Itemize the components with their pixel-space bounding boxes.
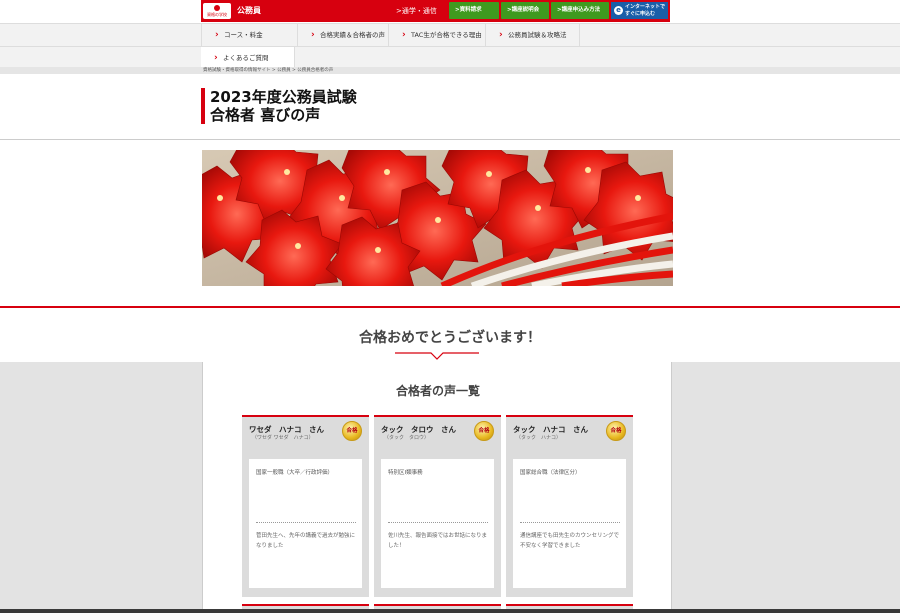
title-accent-bar [201, 88, 205, 124]
tac-logo[interactable]: 資格の学校 [203, 3, 231, 19]
ribbon-flowers-image [202, 150, 673, 286]
nav-item-results[interactable]: 合格実績＆合格者の声 [298, 24, 389, 46]
internet-e-icon: e [614, 6, 623, 15]
voice-card-body: 国家一般職（大卒／行政評価） 菅田先生へ、先年の講義で過去が勉強になりました [249, 459, 362, 588]
section-divider [0, 306, 900, 308]
seminar-button[interactable]: >講座説明会 [501, 2, 549, 19]
voices-panel: 合格者の声一覧 ワセダ ハナコ さん （ワセダ ワセダ ハナコ） 合格 国家一般… [202, 362, 672, 613]
request-materials-button[interactable]: >資料請求 [449, 2, 499, 19]
nav-row-2: よくあるご質問 [201, 46, 295, 69]
voice-card-exam: 特別区I類事務 [388, 470, 423, 476]
internet-line2: すぐに申込む [625, 11, 656, 17]
voices-list-title: 合格者の声一覧 [395, 384, 480, 398]
main-nav: コース・料金 合格実績＆合格者の声 TAC生が合格できる理由 公務員試験＆攻略法… [0, 23, 900, 69]
pass-medal-icon: 合格 [342, 421, 362, 441]
voice-card-quote: 菅田先生へ、先年の講義で過去が勉強になりました [256, 533, 356, 549]
nav-item-faq[interactable]: よくあるご質問 [201, 47, 295, 69]
voice-card-body: 国家総合職（法律区分） 通信講座でも田先生のカウンセリングで不安なく学習できまし… [513, 459, 626, 588]
top-header: 資格の学校 公務員 >通学・通信 >資料請求 >講座説明会 >講座申込み方法 e… [0, 0, 900, 22]
breadcrumb-text[interactable]: 資格試験・資格取得の情報サイト > 公務員 > 公務員合格者の声 [203, 67, 333, 74]
voice-card[interactable]: ワセダ ハナコ さん （ワセダ ワセダ ハナコ） 合格 国家一般職（大卒／行政評… [242, 415, 369, 597]
breadcrumb: 資格試験・資格取得の情報サイト > 公務員 > 公務員合格者の声 [0, 67, 900, 74]
voice-card-exam: 国家一般職（大卒／行政評価） [256, 470, 334, 476]
nav-divider [0, 46, 900, 47]
voice-card-quote: 佐川先生、報告面接ではお世話になりました！ [388, 533, 488, 549]
voice-card-exam: 国家総合職（法律区分） [520, 470, 581, 476]
voice-card-divider [388, 522, 488, 523]
voice-card-kana: （タック ハナコ） [516, 435, 562, 441]
pass-medal-icon: 合格 [606, 421, 626, 441]
title-area: 2023年度公務員試験 合格者 喜びの声 [0, 74, 900, 140]
page-title-line2: 合格者 喜びの声 [210, 106, 321, 124]
voice-card-quote: 通信講座でも田先生のカウンセリングで不安なく学習できました [520, 533, 620, 549]
header-bar: 資格の学校 公務員 >通学・通信 >資料請求 >講座説明会 >講座申込み方法 e… [201, 0, 670, 22]
congrats-underline-icon [395, 352, 479, 360]
nav-item-reasons[interactable]: TAC生が合格できる理由 [389, 24, 486, 46]
voice-card-kana: （ワセダ ワセダ ハナコ） [252, 435, 314, 441]
internet-line1: インターネットで [625, 4, 666, 10]
nav-item-course[interactable]: コース・料金 [201, 24, 298, 46]
taskbar-edge [0, 609, 900, 613]
nav-row: コース・料金 合格実績＆合格者の声 TAC生が合格できる理由 公務員試験＆攻略法 [201, 24, 580, 46]
page-title-line1: 2023年度公務員試験 [210, 88, 357, 106]
voice-card-divider [520, 522, 620, 523]
internet-apply-button[interactable]: e インターネットで すぐに申込む [611, 2, 668, 19]
how-to-apply-button[interactable]: >講座申込み方法 [551, 2, 609, 19]
site-name[interactable]: 公務員 [237, 5, 261, 16]
mode-label[interactable]: >通学・通信 [396, 6, 437, 16]
voice-card-body: 特別区I類事務 佐川先生、報告面接ではお世話になりました！ [381, 459, 494, 588]
congrats-heading: 合格おめでとうございます！ [359, 330, 541, 346]
pass-medal-icon: 合格 [474, 421, 494, 441]
voice-card[interactable]: タック ハナコ さん （タック ハナコ） 合格 国家総合職（法律区分） 通信講座… [506, 415, 633, 597]
logo-dot-icon [214, 5, 220, 11]
voice-card-kana: （タック タロウ） [384, 435, 430, 441]
voice-card[interactable]: タック タロウ さん （タック タロウ） 合格 特別区I類事務 佐川先生、報告面… [374, 415, 501, 597]
logo-text: 資格の学校 [207, 12, 227, 17]
voice-card-divider [256, 522, 356, 523]
nav-item-exam-strategy[interactable]: 公務員試験＆攻略法 [486, 24, 580, 46]
hero-image [202, 150, 673, 286]
